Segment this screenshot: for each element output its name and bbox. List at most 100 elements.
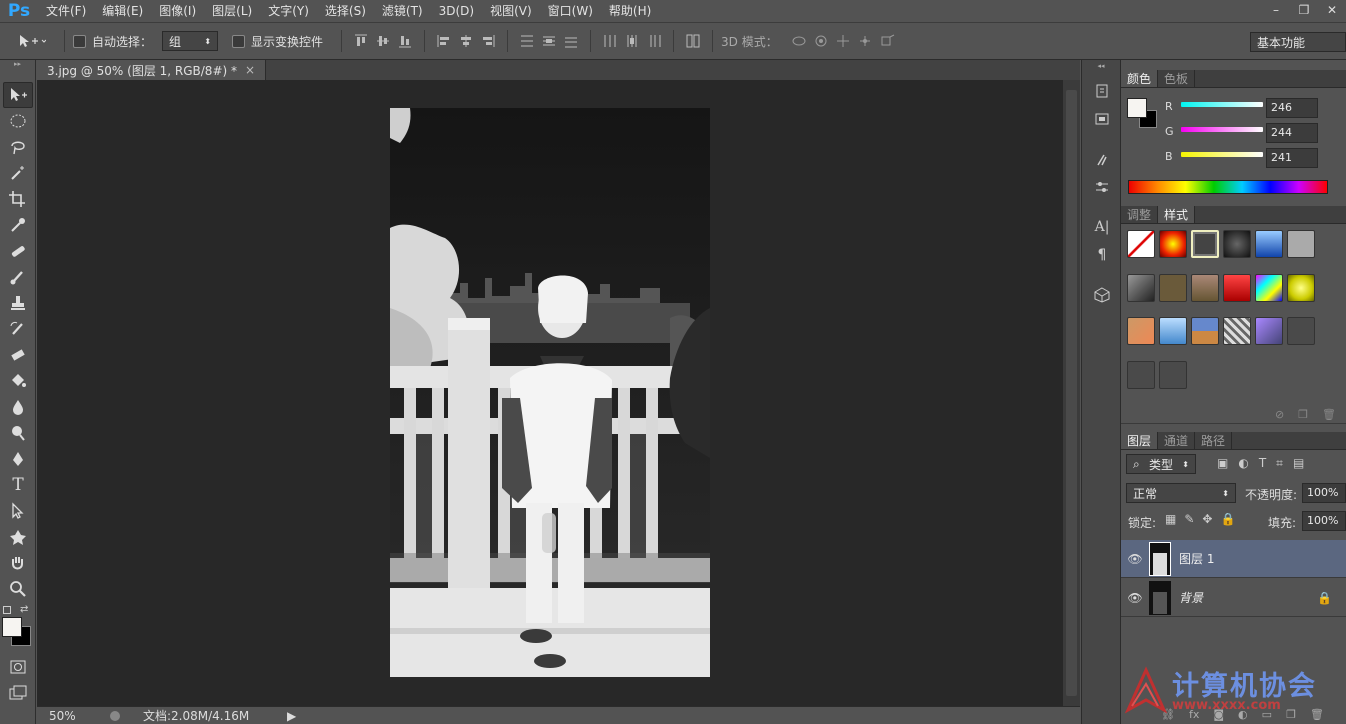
blur-tool[interactable] <box>3 394 33 420</box>
r-slider[interactable] <box>1181 102 1263 107</box>
menu-3d[interactable]: 3D(D) <box>431 0 482 22</box>
menu-edit[interactable]: 编辑(E) <box>94 0 151 22</box>
zoom-tool[interactable] <box>3 576 33 602</box>
menu-select[interactable]: 选择(S) <box>317 0 374 22</box>
swap-colors-icon[interactable]: ⇄ <box>20 604 28 615</box>
tab-color[interactable]: 颜色 <box>1121 70 1159 87</box>
brush-panel-icon[interactable] <box>1088 174 1116 200</box>
scrollbar-thumb[interactable] <box>1066 90 1077 696</box>
distribute-top-icon[interactable] <box>516 30 538 52</box>
adjustment-layer-icon[interactable]: ◐ <box>1238 708 1248 724</box>
style-swatch[interactable] <box>1255 273 1283 302</box>
auto-select-checkbox[interactable] <box>73 34 86 48</box>
style-swatch[interactable] <box>1159 317 1187 345</box>
filter-pixel-icon[interactable]: ▣ <box>1217 456 1228 471</box>
eraser-tool[interactable] <box>3 342 33 368</box>
collapse-arrows-icon[interactable]: ▸▸ <box>0 60 35 68</box>
delete-style-icon[interactable]: 🗑 <box>1322 408 1336 421</box>
lock-transparent-icon[interactable]: ▦ <box>1165 512 1176 526</box>
expand-panels-icon[interactable]: ◂◂ <box>1082 60 1120 76</box>
3d-scale-icon[interactable] <box>876 30 898 52</box>
align-top-icon[interactable] <box>350 30 372 52</box>
menu-image[interactable]: 图像(I) <box>151 0 204 22</box>
layer-style-icon[interactable]: fx <box>1189 708 1199 724</box>
marquee-tool[interactable] <box>3 108 33 134</box>
foreground-color[interactable] <box>2 617 22 637</box>
move-tool-preset[interactable] <box>16 32 46 50</box>
style-swatch[interactable] <box>1287 317 1315 345</box>
lasso-tool[interactable] <box>3 134 33 160</box>
move-tool[interactable] <box>3 82 33 108</box>
align-bottom-icon[interactable] <box>394 30 416 52</box>
filter-type-icon[interactable]: T <box>1259 456 1266 471</box>
eyedropper-tool[interactable] <box>3 212 33 238</box>
healing-tool[interactable] <box>3 238 33 264</box>
menu-layer[interactable]: 图层(L) <box>204 0 260 22</box>
b-slider[interactable] <box>1181 152 1263 157</box>
style-swatch[interactable] <box>1127 273 1155 302</box>
clone-stamp-tool[interactable] <box>3 290 33 316</box>
style-swatch[interactable] <box>1191 317 1219 345</box>
g-slider[interactable] <box>1181 127 1263 132</box>
distribute-vcenter-icon[interactable] <box>538 30 560 52</box>
align-left-icon[interactable] <box>433 30 455 52</box>
align-hcenter-icon[interactable] <box>455 30 477 52</box>
color-ramp[interactable] <box>1128 180 1328 194</box>
filter-shape-icon[interactable]: ⌗ <box>1276 456 1283 471</box>
style-swatch[interactable] <box>1255 317 1283 345</box>
screen-mode-button[interactable] <box>3 680 33 706</box>
delete-layer-icon[interactable]: 🗑 <box>1310 708 1324 724</box>
dodge-tool[interactable] <box>3 420 33 446</box>
blend-mode-dropdown[interactable]: 正常 ⬍ <box>1126 483 1236 503</box>
g-value[interactable]: 244 <box>1266 123 1318 143</box>
tab-styles[interactable]: 样式 <box>1158 206 1196 223</box>
style-none[interactable] <box>1127 230 1155 258</box>
quick-mask-button[interactable] <box>3 654 33 680</box>
3d-rotate-icon[interactable] <box>788 30 810 52</box>
pen-tool[interactable] <box>3 446 33 472</box>
zoom-level[interactable]: 50% <box>37 709 87 723</box>
status-menu-arrow-icon[interactable]: ▶ <box>287 709 296 723</box>
tab-channels[interactable]: 通道 <box>1158 432 1196 449</box>
menu-help[interactable]: 帮助(H) <box>601 0 659 22</box>
3d-panel-icon[interactable] <box>1088 282 1116 308</box>
align-right-icon[interactable] <box>477 30 499 52</box>
tab-adjustments[interactable]: 调整 <box>1121 206 1159 223</box>
distribute-right-icon[interactable] <box>643 30 665 52</box>
style-swatch[interactable] <box>1223 230 1251 258</box>
new-layer-icon[interactable]: ❐ <box>1286 708 1296 724</box>
fg-color-chip[interactable] <box>1127 98 1147 118</box>
opacity-value[interactable]: 100% <box>1302 483 1346 503</box>
style-swatch[interactable] <box>1223 273 1251 302</box>
add-mask-icon[interactable]: ◙ <box>1213 708 1224 724</box>
auto-align-icon[interactable] <box>682 30 704 52</box>
crop-tool[interactable] <box>3 186 33 212</box>
distribute-bottom-icon[interactable] <box>560 30 582 52</box>
distribute-left-icon[interactable] <box>599 30 621 52</box>
3d-pan-icon[interactable] <box>832 30 854 52</box>
character-panel-icon[interactable]: A| <box>1088 214 1116 240</box>
align-vcenter-icon[interactable] <box>372 30 394 52</box>
visibility-eye-icon[interactable]: 👁 <box>1121 591 1149 605</box>
style-swatch[interactable] <box>1159 360 1187 389</box>
menu-file[interactable]: 文件(F) <box>38 0 94 22</box>
close-button[interactable]: ✕ <box>1318 0 1346 20</box>
lock-pixels-icon[interactable]: ✎ <box>1184 512 1194 526</box>
style-swatch[interactable] <box>1127 317 1155 345</box>
menu-window[interactable]: 窗口(W) <box>540 0 601 22</box>
path-selection-tool[interactable] <box>3 498 33 524</box>
style-swatch[interactable] <box>1127 360 1155 389</box>
b-value[interactable]: 241 <box>1266 148 1318 168</box>
paragraph-panel-icon[interactable]: ¶ <box>1088 242 1116 268</box>
hand-tool[interactable] <box>3 550 33 576</box>
document-tab[interactable]: 3.jpg @ 50% (图层 1, RGB/8#) * × <box>37 60 267 80</box>
auto-select-dropdown[interactable]: 组 ⬍ <box>162 31 219 51</box>
canvas-scrollbar[interactable] <box>1063 80 1080 706</box>
history-panel-icon[interactable] <box>1088 78 1116 104</box>
style-swatch[interactable] <box>1159 230 1187 258</box>
show-transform-checkbox[interactable] <box>232 34 246 48</box>
tab-paths[interactable]: 路径 <box>1195 432 1233 449</box>
status-icon[interactable] <box>87 710 143 722</box>
fill-value[interactable]: 100% <box>1302 511 1346 531</box>
new-style-icon[interactable]: ❐ <box>1298 408 1308 421</box>
